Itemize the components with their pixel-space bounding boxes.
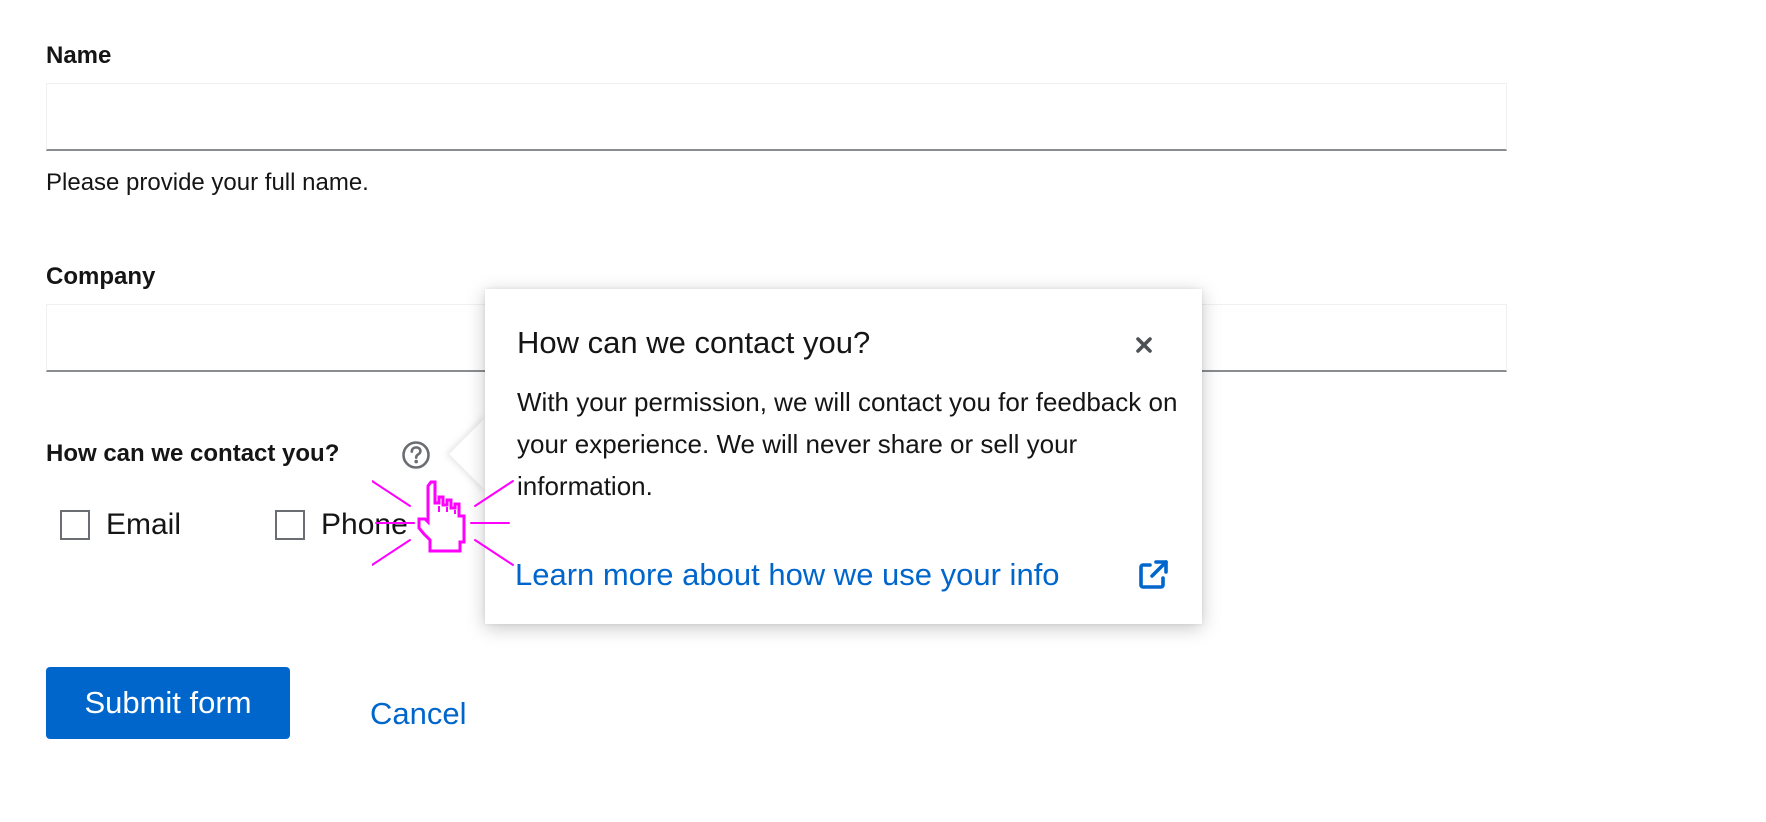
- email-checkbox-option[interactable]: Email: [60, 508, 181, 542]
- submit-form-button[interactable]: Submit form: [46, 667, 290, 739]
- phone-checkbox-option[interactable]: Phone: [275, 508, 408, 542]
- contact-form-page: Name Please provide your full name. Comp…: [0, 0, 1766, 822]
- popover-footer: Learn more about how we use your info: [515, 555, 1171, 595]
- contact-help-popover: How can we contact you? With your permis…: [485, 289, 1202, 624]
- popover-title: How can we contact you?: [517, 325, 871, 360]
- contact-label: How can we contact you?: [46, 440, 340, 467]
- question-circle-icon[interactable]: [401, 440, 431, 470]
- popover-body-text: With your permission, we will contact yo…: [517, 387, 1178, 501]
- company-label: Company: [46, 263, 156, 290]
- phone-checkbox-label[interactable]: Phone: [321, 508, 408, 542]
- name-helper-text: Please provide your full name.: [46, 169, 369, 196]
- name-label: Name: [46, 42, 112, 69]
- phone-checkbox[interactable]: [275, 510, 305, 540]
- email-checkbox[interactable]: [60, 510, 90, 540]
- close-icon[interactable]: [1130, 331, 1158, 359]
- name-input[interactable]: [46, 83, 1507, 151]
- email-checkbox-label[interactable]: Email: [106, 508, 181, 542]
- learn-more-link[interactable]: Learn more about how we use your info: [515, 555, 1060, 595]
- popover-arrow: [449, 416, 487, 492]
- cancel-button[interactable]: Cancel: [370, 694, 467, 734]
- external-link-icon[interactable]: [1135, 557, 1171, 593]
